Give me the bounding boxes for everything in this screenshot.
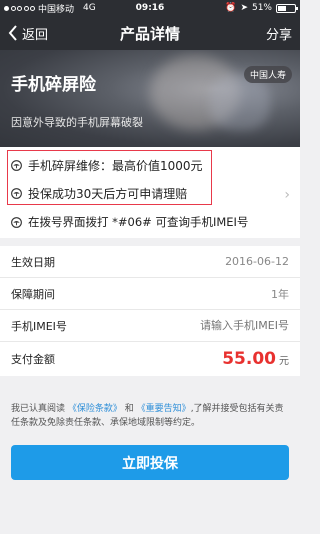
carrier-name: 中国移动 xyxy=(38,4,75,15)
effective-date-row: 生效日期 2016-06-12 xyxy=(0,246,300,278)
umbrella-icon xyxy=(11,188,22,199)
policy-details: 生效日期 2016-06-12 保障期间 1年 手机IMEI号 支付金额 55.… xyxy=(0,246,300,376)
product-features[interactable]: 手机碎屏维修：最高价值1000元 投保成功30天后方可申请理赔 › 在拨号界面拨… xyxy=(0,147,300,238)
chevron-left-icon xyxy=(8,25,17,41)
agreement-prefix: 我已认真阅读 xyxy=(11,404,66,414)
umbrella-icon xyxy=(11,160,22,171)
effective-date-value: 2016-06-12 xyxy=(225,255,289,268)
navigation-bar: 返回 产品详情 分享 xyxy=(0,16,300,50)
price-value: 55.00 xyxy=(222,349,276,369)
feature-text: 投保成功30天后方可申请理赔 xyxy=(28,187,188,201)
location-icon: ➤ xyxy=(240,3,248,13)
umbrella-icon xyxy=(11,216,22,228)
field-label: 生效日期 xyxy=(11,255,55,269)
payment-row: 支付金额 55.00 元 xyxy=(0,342,300,376)
battery-icon xyxy=(276,3,298,13)
insurer-badge: 中国人寿 xyxy=(243,66,292,83)
feature-text: 手机碎屏维修：最高价值1000元 xyxy=(28,159,203,173)
field-label: 保障期间 xyxy=(11,287,55,301)
buy-now-button[interactable]: 立即投保 xyxy=(11,445,289,480)
terms-link[interactable]: 《保险条款》 xyxy=(68,404,122,414)
agreement-and: 和 xyxy=(124,404,134,414)
period-value: 1年 xyxy=(271,287,289,301)
imei-input[interactable] xyxy=(159,319,289,332)
product-title: 手机碎屏险 xyxy=(11,75,96,95)
feature-item: 在拨号界面拨打 *#06# 可查询手机IMEI号 xyxy=(11,214,248,230)
chevron-right-icon: › xyxy=(284,187,290,203)
network-type: 4G xyxy=(83,3,96,13)
price-unit: 元 xyxy=(279,356,289,367)
back-button[interactable]: 返回 xyxy=(8,24,48,43)
field-label: 手机IMEI号 xyxy=(11,319,67,333)
product-hero-banner: 手机碎屏险 因意外导致的手机屏幕破裂 中国人寿 xyxy=(0,50,300,147)
feature-item: 手机碎屏维修：最高价值1000元 xyxy=(11,157,203,174)
imei-row: 手机IMEI号 xyxy=(0,310,300,342)
feature-item: 投保成功30天后方可申请理赔 xyxy=(11,185,187,202)
hero-background-shape xyxy=(210,75,270,130)
field-label: 支付金额 xyxy=(11,353,55,366)
payment-amount: 55.00 元 xyxy=(222,349,289,369)
alarm-icon: ⏰ xyxy=(225,3,237,13)
agreement-text: 我已认真阅读 《保险条款》 和 《重要告知》,了解并接受包括有关责任条款及免除责… xyxy=(11,402,291,430)
product-subtitle: 因意外导致的手机屏幕破裂 xyxy=(11,116,143,129)
battery-percent: 51% xyxy=(251,3,272,13)
period-row: 保障期间 1年 xyxy=(0,278,300,310)
feature-text: 在拨号界面拨打 *#06# 可查询手机IMEI号 xyxy=(28,215,249,229)
status-bar: 中国移动 4G 09:16 ⏰ ➤ 51% xyxy=(0,0,300,16)
share-button[interactable]: 分享 xyxy=(266,24,292,43)
signal-strength-icon xyxy=(4,5,35,11)
notice-link[interactable]: 《重要告知》 xyxy=(137,404,191,414)
back-label: 返回 xyxy=(22,27,49,43)
